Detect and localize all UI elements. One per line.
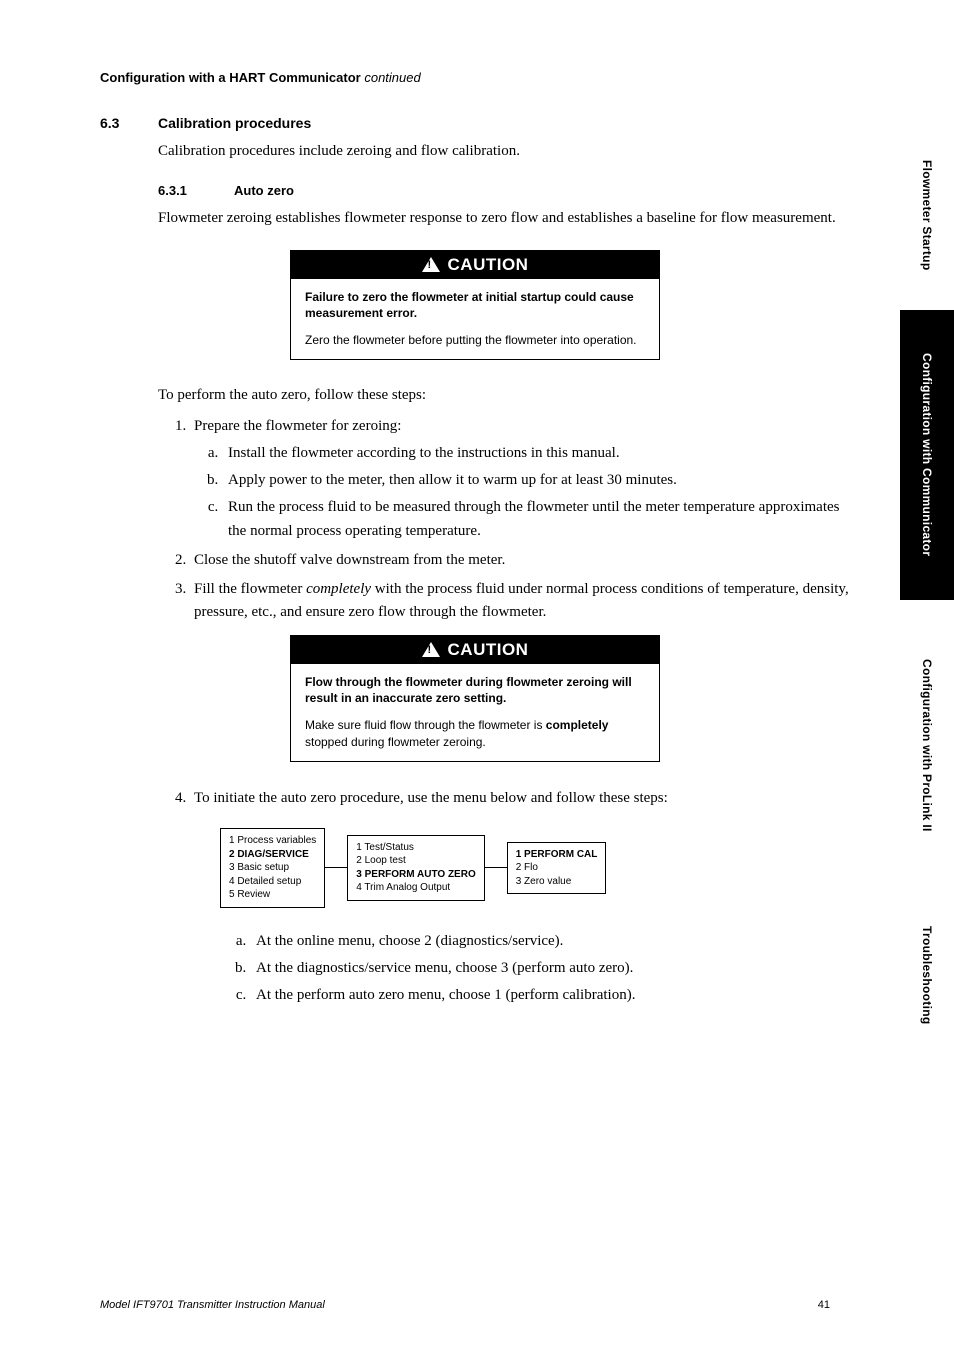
step-1c: Run the process fluid to be measured thr… [222,496,850,543]
menu-box-diag: 1 Test/Status 2 Loop test 3 PERFORM AUTO… [347,835,484,901]
caution-header: CAUTION [291,251,659,279]
menu-connector [485,867,507,868]
warning-icon [422,642,440,657]
caution-heading-text: CAUTION [448,255,529,275]
menu-item-selected: 2 DIAG/SERVICE [229,848,316,862]
running-header: Configuration with a HART Communicator c… [100,70,850,85]
menu-item: 4 Detailed setup [229,875,316,889]
menu-item: 1 Test/Status [356,841,475,855]
step-list-continued: To initiate the auto zero procedure, use… [190,787,850,810]
step-4-substeps: At the online menu, choose 2 (diagnostic… [250,930,850,1008]
tab-label: Configuration with Communicator [920,353,934,556]
tab-flowmeter-startup[interactable]: Flowmeter Startup [900,130,954,300]
running-continued: continued [364,70,420,85]
menu-item: 1 Process variables [229,834,316,848]
caution-bold-text: Flow through the flowmeter during flowme… [305,674,645,708]
page-number: 41 [818,1299,830,1311]
step-1: Prepare the flowmeter for zeroing: Insta… [190,415,850,543]
subsection-heading-row: 6.3.1 Auto zero [158,183,850,198]
tab-config-prolink[interactable]: Configuration with ProLink II [900,610,954,880]
menu-item: 4 Trim Analog Output [356,881,475,895]
menu-box-online: 1 Process variables 2 DIAG/SERVICE 3 Bas… [220,828,325,908]
tab-config-communicator[interactable]: Configuration with Communicator [900,310,954,600]
menu-item: 3 Zero value [516,875,598,889]
menu-box-autozero: 1 PERFORM CAL 2 Flo 3 Zero value [507,842,607,895]
menu-item: 2 Flo [516,861,598,875]
menu-item-selected: 1 PERFORM CAL [516,848,598,862]
section-number: 6.3 [100,115,130,131]
step-2: Close the shutoff valve downstream from … [190,549,850,572]
section-heading-row: 6.3 Calibration procedures [100,115,850,131]
step-1-substeps: Install the flowmeter according to the i… [222,442,850,543]
step-4c: At the perform auto zero menu, choose 1 … [250,984,850,1007]
caution-text: Make sure fluid flow through the flowmet… [305,717,645,751]
section-title: Calibration procedures [158,115,311,131]
caution-box-1: CAUTION Failure to zero the flowmeter at… [290,250,660,360]
caution-header: CAUTION [291,636,659,664]
page-footer: Model IFT9701 Transmitter Instruction Ma… [100,1299,830,1311]
steps-intro: To perform the auto zero, follow these s… [158,385,850,407]
caution-body: Flow through the flowmeter during flowme… [291,664,659,761]
menu-item: 2 Loop test [356,854,475,868]
tab-label: Flowmeter Startup [920,160,934,270]
subsection-number: 6.3.1 [158,183,206,198]
side-tabs: Flowmeter Startup Configuration with Com… [900,0,954,1351]
caution-text: Zero the flowmeter before putting the fl… [305,332,645,349]
step-4b: At the diagnostics/service menu, choose … [250,957,850,980]
tab-label: Troubleshooting [920,926,934,1025]
menu-item-selected: 3 PERFORM AUTO ZERO [356,868,475,882]
menu-connector [325,867,347,868]
step-1b: Apply power to the meter, then allow it … [222,469,850,492]
subsection-title: Auto zero [234,183,294,198]
step-4a: At the online menu, choose 2 (diagnostic… [250,930,850,953]
tab-troubleshooting[interactable]: Troubleshooting [900,890,954,1060]
running-title: Configuration with a HART Communicator [100,70,361,85]
caution-heading-text: CAUTION [448,640,529,660]
section-intro: Calibration procedures include zeroing a… [158,141,850,163]
step-3: Fill the flowmeter completely with the p… [190,578,850,625]
caution-bold-text: Failure to zero the flowmeter at initial… [305,289,645,323]
footer-title: Model IFT9701 Transmitter Instruction Ma… [100,1299,325,1311]
step-1a: Install the flowmeter according to the i… [222,442,850,465]
tab-label: Configuration with ProLink II [920,659,934,832]
step-3-pre: Fill the flowmeter [194,581,306,597]
caution-body: Failure to zero the flowmeter at initial… [291,279,659,359]
warning-icon [422,257,440,272]
step-3-em: completely [306,581,371,597]
step-list: Prepare the flowmeter for zeroing: Insta… [190,415,850,625]
menu-item: 3 Basic setup [229,861,316,875]
menu-item: 5 Review [229,888,316,902]
step-1-text: Prepare the flowmeter for zeroing: [194,418,401,434]
caution-box-2: CAUTION Flow through the flowmeter durin… [290,635,660,762]
menu-navigation-diagram: 1 Process variables 2 DIAG/SERVICE 3 Bas… [220,828,850,908]
subsection-intro: Flowmeter zeroing establishes flowmeter … [158,208,850,230]
step-4: To initiate the auto zero procedure, use… [190,787,850,810]
